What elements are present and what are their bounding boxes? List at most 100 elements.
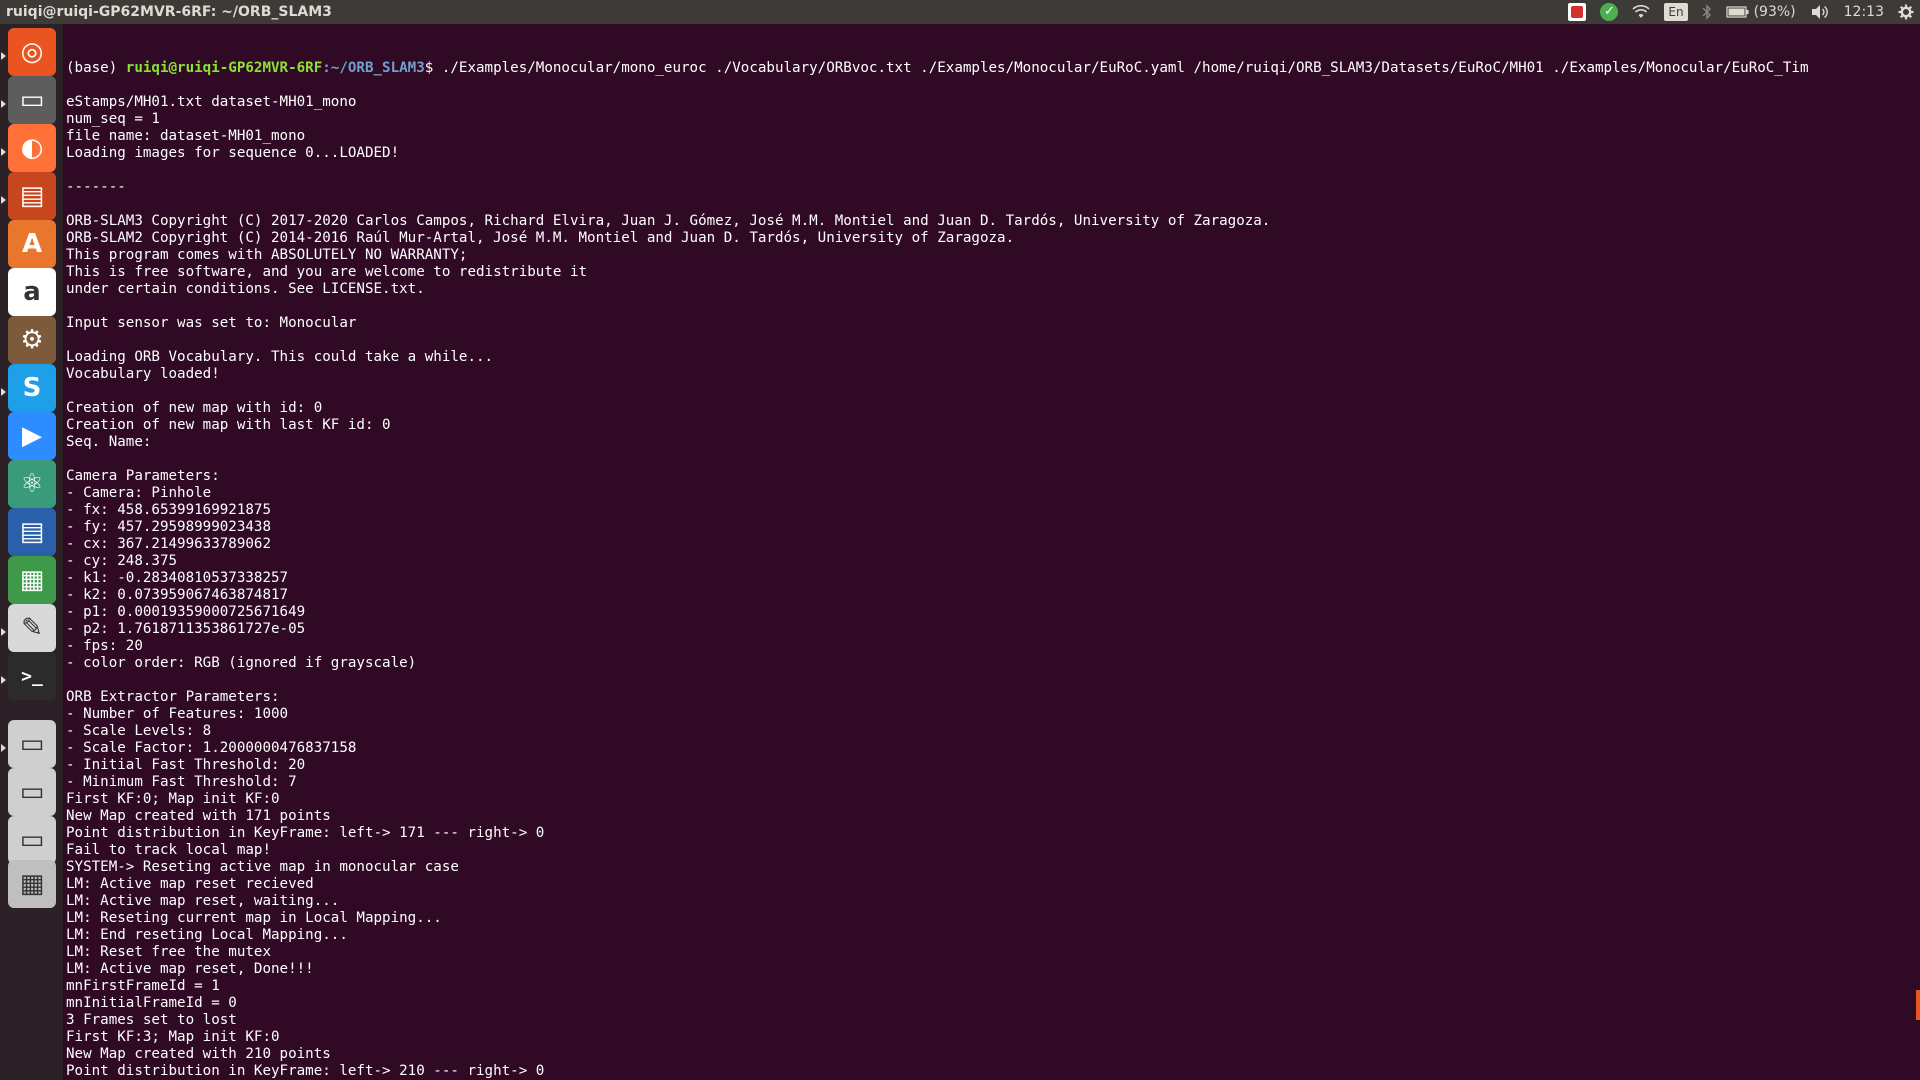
terminal-line: - p2: 1.7618711353861727e-05 (66, 621, 306, 637)
launcher-glyph: ◎ (20, 37, 44, 67)
launcher-glyph: ▤ (19, 517, 45, 547)
terminal-icon[interactable]: >_ (8, 652, 56, 700)
terminal-line: 3 Frames set to lost (66, 1012, 237, 1028)
terminal-output[interactable]: (base) ruiqi@ruiqi-GP62MVR-6RF:~/ORB_SLA… (66, 26, 1916, 1080)
terminal-line: - Number of Features: 1000 (66, 706, 289, 722)
launcher-glyph: ⚛ (20, 469, 44, 499)
launcher-glyph: ▤ (19, 181, 45, 211)
prompt-command: $ ./Examples/Monocular/mono_euroc ./Voca… (424, 60, 1809, 76)
terminal-line: mnInitialFrameId = 0 (66, 995, 237, 1011)
terminal-line: Input sensor was set to: Monocular (66, 315, 357, 331)
launcher-glyph: ▭ (19, 85, 45, 115)
running-indicator (1, 148, 6, 156)
terminal-line: First KF:3; Map init KF:0 (66, 1029, 280, 1045)
keyboard-layout-indicator[interactable]: En (1664, 3, 1688, 21)
terminal-line: This program comes with ABSOLUTELY NO WA… (66, 247, 468, 263)
wifi-icon[interactable] (1632, 5, 1650, 19)
launcher-glyph: ⚙ (20, 325, 44, 355)
terminal-line: LM: Active map reset, Done!!! (66, 961, 314, 977)
terminal-line: Creation of new map with last KF id: 0 (66, 417, 391, 433)
running-indicator (1, 100, 6, 108)
prompt-env: (base) (66, 60, 126, 76)
terminal-line: - Minimum Fast Threshold: 7 (66, 774, 297, 790)
running-indicator (1, 52, 6, 60)
terminal-line: LM: Active map reset recieved (66, 876, 314, 892)
sync-check-icon[interactable]: ✓ (1600, 3, 1619, 21)
terminal-line: - fx: 458.65399169921875 (66, 502, 271, 518)
software-center-icon[interactable]: A (8, 220, 56, 268)
launcher-glyph: A (21, 229, 43, 259)
system-tray: ✓ En (93%) 12:13 (1568, 0, 1914, 24)
window-title: ruiqi@ruiqi-GP62MVR-6RF: ~/ORB_SLAM3 (6, 4, 332, 20)
terminal-line: LM: End reseting Local Mapping... (66, 927, 348, 943)
terminal-line: - color order: RGB (ignored if grayscale… (66, 655, 417, 671)
impress-icon[interactable]: ▤ (8, 172, 56, 220)
terminal-line: First KF:0; Map init KF:0 (66, 791, 280, 807)
terminal-prompt-line: (base) ruiqi@ruiqi-GP62MVR-6RF:~/ORB_SLA… (66, 60, 1916, 77)
terminal-line: - cy: 248.375 (66, 553, 178, 569)
prompt-path: :~/ORB_SLAM3 (322, 60, 425, 76)
clock[interactable]: 12:13 (1844, 4, 1884, 20)
terminal-line: - p1: 0.00019359000725671649 (66, 604, 306, 620)
launcher-glyph: ▶ (22, 421, 42, 451)
tool-indicator-icon[interactable] (1568, 3, 1587, 21)
drive-icon[interactable]: ▭ (8, 720, 56, 768)
terminal-line: - fps: 20 (66, 638, 143, 654)
terminal-line: New Map created with 171 points (66, 808, 331, 824)
atom-icon[interactable]: ⚛ (8, 460, 56, 508)
files-icon[interactable]: ▭ (8, 76, 56, 124)
drive-icon[interactable]: ▭ (8, 816, 56, 864)
terminal-line: ------- (66, 179, 126, 195)
launcher: ◎ ▭ ◐ ▤ Aa ⚙ S ▶ ⚛ ▤ ▦ ✎ >_ ▭ ▭ ▭ ▦ (0, 24, 64, 1080)
battery-percent: (93%) (1753, 4, 1796, 20)
launcher-glyph: ▭ (19, 825, 45, 855)
terminal-line: - Scale Levels: 8 (66, 723, 212, 739)
terminal-line: Loading images for sequence 0...LOADED! (66, 145, 400, 161)
running-indicator (1, 388, 6, 396)
terminal-line: LM: Active map reset, waiting... (66, 893, 340, 909)
terminal-line: Point distribution in KeyFrame: left-> 1… (66, 825, 545, 841)
launcher-glyph: ▦ (19, 565, 45, 595)
terminal-line: Creation of new map with id: 0 (66, 400, 323, 416)
battery-icon (1725, 6, 1749, 18)
session-gear-icon[interactable] (1898, 4, 1914, 20)
firefox-icon[interactable]: ◐ (8, 124, 56, 172)
launcher-glyph: ▭ (19, 729, 45, 759)
calc-icon[interactable]: ▦ (8, 556, 56, 604)
terminal-line: - k1: -0.28340810537338257 (66, 570, 289, 586)
terminal-line: num_seq = 1 (66, 111, 160, 127)
terminal-line: Vocabulary loaded! (66, 366, 220, 382)
running-indicator (1, 196, 6, 204)
ubuntu-dash-icon[interactable]: ◎ (8, 28, 56, 76)
text-editor-icon[interactable]: ✎ (8, 604, 56, 652)
bluetooth-icon[interactable] (1702, 4, 1712, 20)
system-settings-icon[interactable]: ⚙ (8, 316, 56, 364)
running-indicator (1, 628, 6, 636)
running-indicator (1, 676, 6, 684)
launcher-glyph: >_ (21, 665, 43, 687)
zoom-icon[interactable]: ▶ (8, 412, 56, 460)
terminal-line: Fail to track local map! (66, 842, 271, 858)
trash-icon[interactable]: ▦ (8, 860, 56, 908)
launcher-glyph: ▭ (19, 777, 45, 807)
drive-icon[interactable]: ▭ (8, 768, 56, 816)
writer-icon[interactable]: ▤ (8, 508, 56, 556)
battery-indicator[interactable]: (93%) (1725, 4, 1796, 20)
terminal-line: This is free software, and you are welco… (66, 264, 588, 280)
terminal-line: mnFirstFrameId = 1 (66, 978, 220, 994)
terminal-line: ORB Extractor Parameters: (66, 689, 289, 705)
terminal-line: - Camera: Pinhole (66, 485, 212, 501)
terminal-line: - Scale Factor: 1.2000000476837158 (66, 740, 357, 756)
skype-icon[interactable]: S (8, 364, 56, 412)
launcher-glyph: a (23, 277, 41, 307)
scrollbar-indicator[interactable] (1916, 990, 1920, 1020)
terminal-line: file name: dataset-MH01_mono (66, 128, 306, 144)
terminal-line: New Map created with 210 points (66, 1046, 331, 1062)
terminal-line: Loading ORB Vocabulary. This could take … (66, 349, 494, 365)
amazon-icon[interactable]: a (8, 268, 56, 316)
volume-icon[interactable] (1810, 4, 1830, 20)
terminal-line: - fy: 457.29598999023438 (66, 519, 271, 535)
